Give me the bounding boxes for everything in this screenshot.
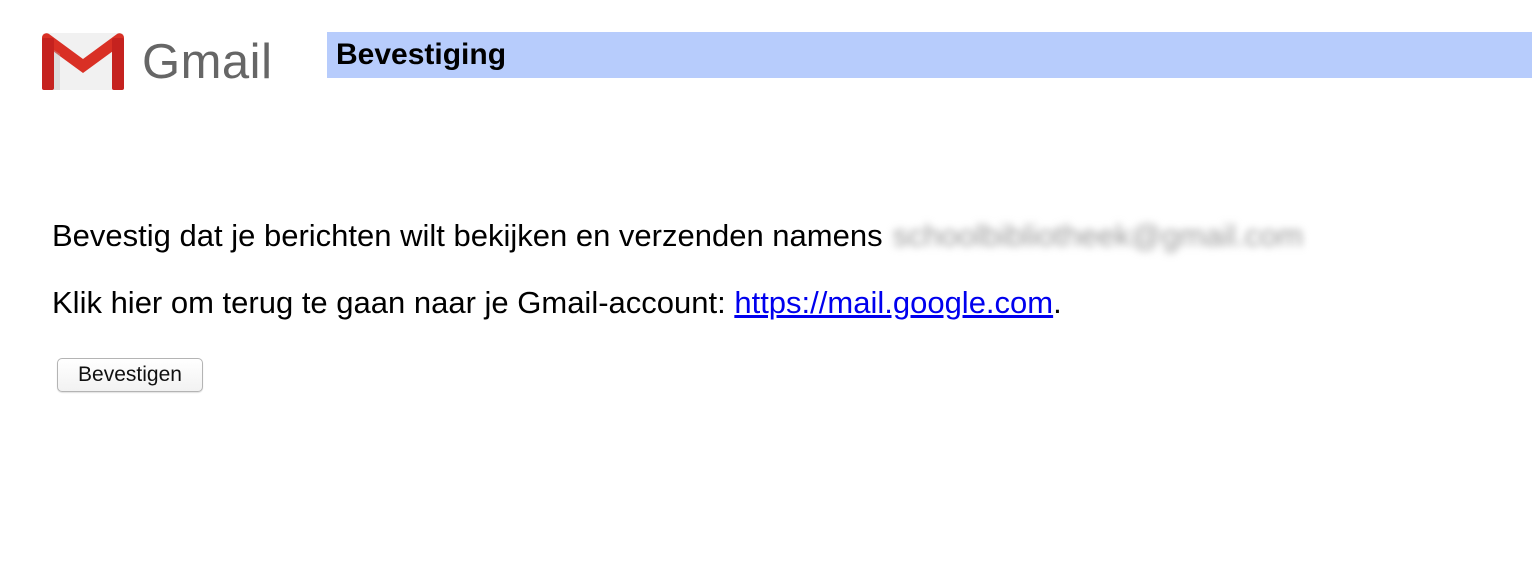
confirmation-page: Gmail Bevestiging Bevestig dat je berich…: [0, 0, 1532, 578]
redacted-email: schoolbibliotheek@gmail.com: [892, 218, 1304, 253]
confirm-button[interactable]: Bevestigen: [57, 358, 203, 392]
return-suffix: .: [1053, 285, 1062, 320]
gmail-wordmark: Gmail: [142, 35, 273, 89]
return-message: Klik hier om terug te gaan naar je Gmail…: [52, 282, 1062, 324]
gmail-m-icon: [42, 33, 124, 90]
page-title-bar: Bevestiging: [327, 32, 1532, 78]
confirm-message: Bevestig dat je berichten wilt bekijken …: [52, 215, 1303, 257]
page-title: Bevestiging: [336, 38, 507, 71]
page-header: Gmail Bevestiging: [0, 0, 1532, 100]
gmail-logo[interactable]: Gmail: [40, 30, 292, 92]
gmail-link[interactable]: https://mail.google.com: [734, 285, 1053, 320]
return-text: Klik hier om terug te gaan naar je Gmail…: [52, 285, 735, 320]
confirm-text: Bevestig dat je berichten wilt bekijken …: [52, 218, 883, 253]
